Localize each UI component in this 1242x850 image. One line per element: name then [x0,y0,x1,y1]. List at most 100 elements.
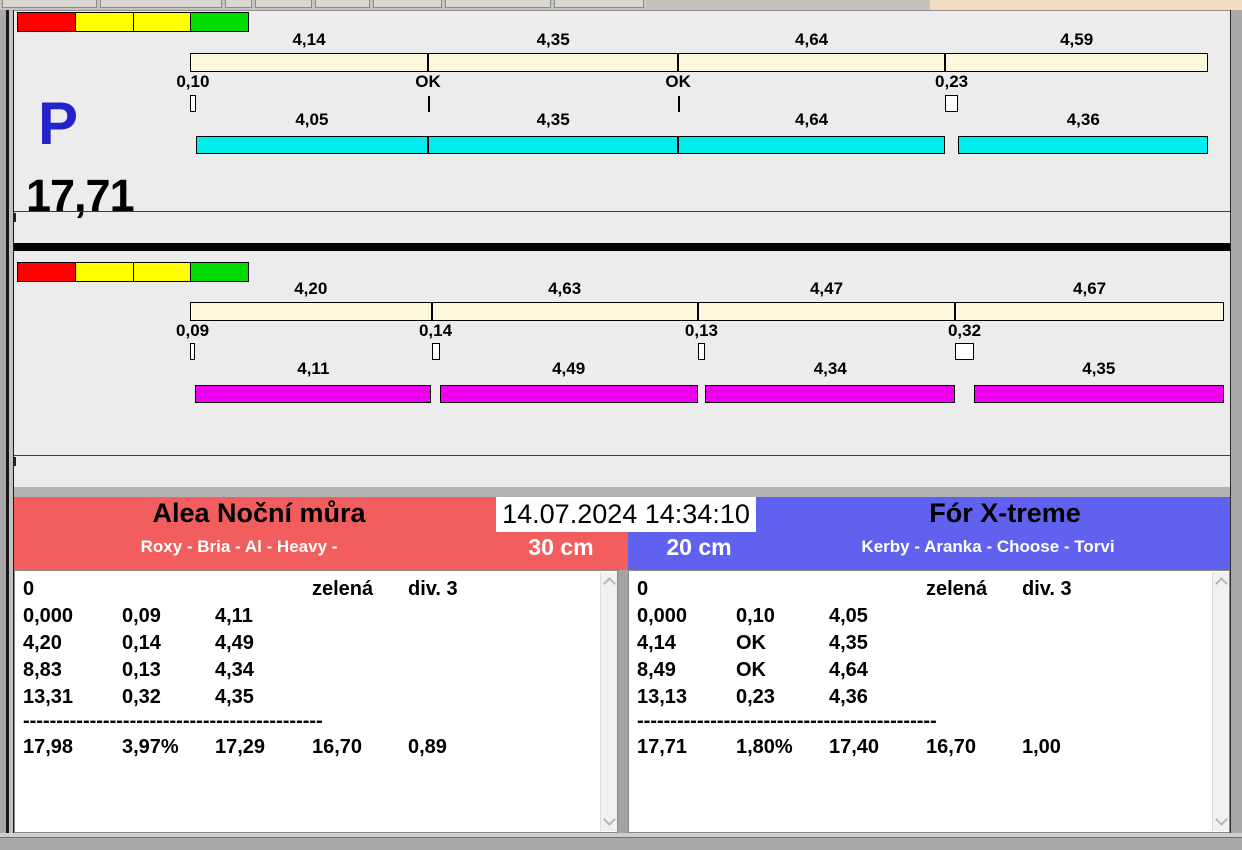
split-time-label: 4,20 [294,279,328,298]
summary-cell: 17,29 [215,736,266,758]
table-cell: 13,13 [637,686,688,708]
status-light-0 [17,262,76,282]
scrollbar[interactable] [600,572,617,831]
lane-p-baseline-tick [14,213,16,222]
dog-run-bar [195,385,432,403]
table-cell: 8,83 [23,659,62,681]
exchange-time-label: OK [665,72,691,91]
status-light-1 [74,12,134,32]
dog-run-bar [439,385,698,403]
run-counter: 0 [23,578,35,600]
window-edge-strip [0,0,1242,10]
flyball-timing-screen: P 17,71 L 17,98 Alea Noční můra Roxy - B… [0,0,1242,850]
table-cell: 0,14 [122,632,161,654]
panel-separator [14,243,1230,251]
lane-panel-p: P 17,71 [14,11,1230,243]
status-lights [17,262,249,282]
lane-panel-l: L 17,98 [14,251,1230,701]
table-cell: 0,10 [736,605,775,627]
split-time-label: 4,14 [292,30,326,49]
table-cell: 0,000 [23,605,74,627]
split-bar-divider [943,53,946,72]
exchange-gap-marker [955,343,974,360]
table-separator-row: ----------------------------------------… [23,710,323,732]
split-time-label: 4,63 [548,279,582,298]
scrollbar[interactable] [1212,572,1229,831]
table-separator-row: ----------------------------------------… [637,710,937,732]
dog-run-bar [958,136,1209,154]
table-cell: 0,000 [637,605,688,627]
datetime-box: 14.07.2024 14:34:10 [496,497,756,532]
table-cell: 4,14 [637,632,676,654]
dog-run-bar [195,136,429,154]
team-name-left: Alea Noční můra [152,498,366,528]
jump-height-badge-right: 20 cm [666,534,732,560]
lane-l-baseline [14,455,1230,456]
dog-time-label: 4,35 [1082,359,1116,378]
dog-run-bar [678,136,945,154]
summary-cell: 3,97% [122,736,179,758]
split-bar-divider [954,302,957,321]
jump-height-badge-left: 30 cm [528,534,594,560]
toolbar-button-edge[interactable] [554,0,644,8]
toolbar-button-edge[interactable] [255,0,312,8]
exchange-gap-marker [190,343,196,360]
summary-cell: 17,40 [829,736,880,758]
team-members-right: Kerby - Aranka - Choose - Torvi [861,537,1115,556]
exchange-time-label: 0,09 [176,321,210,340]
status-light-0 [17,12,76,32]
table-cell: OK [736,632,766,654]
split-bar-divider [677,53,680,72]
footer: Alea Noční můra Roxy - Bria - Al - Heavy… [14,497,1230,837]
exchange-time-label: 0,23 [935,72,969,91]
chevron-up-icon[interactable] [1215,577,1228,590]
dog-time-label: 4,11 [297,359,330,378]
lane-letter-p: P [38,90,78,157]
split-time-label: 4,59 [1060,30,1094,49]
table-cell: 4,05 [829,605,868,627]
status-lights [17,12,249,32]
table-cell: 4,11 [215,605,253,627]
team-name-right: Fór X-treme [929,498,1081,528]
table-cell: 4,35 [215,686,254,708]
results-table-left[interactable]: 0 zelená div. 3 0,000 0,09 4,11 4,20 0,14 4,49 8,… [14,570,618,833]
exchange-time-label: OK [415,72,441,91]
split-time-label: 4,67 [1073,279,1107,298]
status-label: zelená [312,578,374,600]
split-bar [190,53,1209,72]
chevron-down-icon[interactable] [603,813,616,826]
toolbar-button-edge[interactable] [100,0,222,8]
table-cell: 4,35 [829,632,868,654]
status-label: zelená [926,578,988,600]
table-cell: 0,23 [736,686,775,708]
exchange-ok-marker [678,96,681,112]
toolbar-button-edge[interactable] [2,0,97,8]
table-cell: 4,36 [829,686,868,708]
summary-cell: 16,70 [312,736,363,758]
toolbar-strip-shade [646,0,928,10]
exchange-ok-marker [428,96,431,112]
footer-top-band [14,487,1230,497]
table-cell: 0,32 [122,686,161,708]
table-cell: 4,49 [215,632,254,654]
table-cell: 0,09 [122,605,161,627]
toolbar-button-edge[interactable] [225,0,252,8]
dog-time-label: 4,35 [536,110,570,129]
chevron-down-icon[interactable] [1215,813,1228,826]
toolbar-button-edge[interactable] [373,0,442,8]
split-bar [190,302,1224,321]
toolbar-button-edge[interactable] [445,0,551,8]
exchange-gap-marker [190,95,196,112]
desktop-background-strip [930,0,1242,10]
split-bar-divider [430,302,433,321]
status-light-2 [132,262,192,282]
split-bar-divider [427,53,430,72]
dog-time-label: 4,34 [813,359,847,378]
results-table-right[interactable]: 0 zelená div. 3 0,000 0,10 4,05 4,14 OK 4,35 8,49… [628,570,1230,833]
table-cell: 4,64 [829,659,868,681]
table-cell: 13,31 [23,686,74,708]
chevron-up-icon[interactable] [603,577,616,590]
toolbar-button-edge[interactable] [315,0,370,8]
exchange-time-label: 0,13 [684,321,718,340]
split-time-label: 4,47 [809,279,844,298]
